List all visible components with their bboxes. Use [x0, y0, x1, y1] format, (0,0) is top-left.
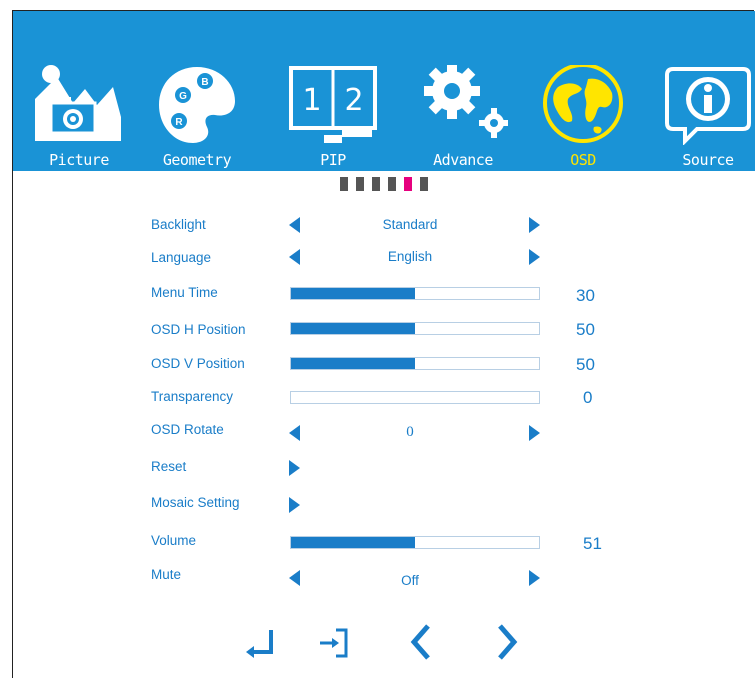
mosaic-setting-arrow-icon[interactable] [289, 497, 300, 513]
tab-source[interactable]: Source [663, 11, 753, 171]
volume-label: Volume [151, 533, 197, 548]
language-left-arrow-icon[interactable] [289, 249, 300, 265]
backlight-label: Backlight [151, 217, 206, 232]
page-dot [372, 177, 380, 191]
slider-fill [291, 537, 415, 548]
osd-rotate-left-arrow-icon[interactable] [289, 425, 300, 441]
volume-slider[interactable] [290, 536, 540, 549]
tab-label: Geometry [162, 151, 232, 169]
right-chevron-icon[interactable] [494, 622, 520, 662]
page-dot [420, 177, 428, 191]
gears-icon [424, 65, 508, 138]
osd-v-position-slider[interactable] [290, 357, 540, 370]
backlight-right-arrow-icon[interactable] [529, 217, 540, 233]
tab-osd[interactable]: OSD [538, 11, 628, 171]
mute-label: Mute [151, 567, 182, 582]
mosaic-setting-label: Mosaic Setting [151, 495, 240, 510]
palette-icon: B G R [159, 67, 235, 143]
left-chevron-icon[interactable] [408, 622, 434, 662]
svg-text:1: 1 [302, 83, 321, 118]
tab-pip[interactable]: 1 2 PIP [288, 11, 378, 171]
svg-text:B: B [201, 77, 208, 88]
osd-h-position-value: 50 [576, 320, 595, 339]
info-icon [665, 67, 751, 145]
osd-h-position-slider[interactable] [290, 322, 540, 335]
osd-rotate-label: OSD Rotate [151, 422, 224, 437]
enter-icon[interactable] [244, 622, 276, 662]
language-value: English [387, 249, 433, 264]
reset-label: Reset [151, 459, 187, 474]
tab-label: Picture [49, 151, 109, 169]
transparency-value: 0 [583, 388, 593, 407]
globe-icon [543, 65, 623, 143]
transparency-label: Transparency [151, 389, 234, 404]
slider-fill [291, 323, 415, 334]
picture-icon [35, 65, 121, 141]
menu-time-label: Menu Time [151, 285, 218, 300]
tab-label: OSD [570, 151, 596, 169]
osd-rotate-right-arrow-icon[interactable] [529, 425, 540, 441]
tab-geometry[interactable]: B G R Geometry [153, 11, 241, 171]
page-dot-active [404, 177, 412, 191]
svg-text:R: R [175, 117, 183, 128]
pip-icon: 1 2 [289, 66, 377, 143]
mute-left-arrow-icon[interactable] [289, 570, 300, 586]
tab-label: Advance [433, 151, 493, 169]
osd-v-position-value: 50 [576, 355, 595, 374]
menu-time-value: 30 [576, 286, 595, 305]
svg-text:G: G [179, 91, 187, 102]
tab-bar: Picture B G R Geometry 1 2 PIP Advance O… [13, 11, 755, 171]
page-dot [340, 177, 348, 191]
exit-icon[interactable] [318, 622, 354, 662]
slider-fill [291, 358, 415, 369]
tab-label: Source [682, 151, 734, 169]
mute-right-arrow-icon[interactable] [529, 570, 540, 586]
page-dot [388, 177, 396, 191]
tab-picture[interactable]: Picture [35, 11, 123, 171]
volume-value: 51 [583, 534, 602, 553]
language-label: Language [151, 250, 212, 265]
mute-value: Off [401, 573, 419, 588]
menu-time-slider[interactable] [290, 287, 540, 300]
svg-text:2: 2 [344, 83, 363, 118]
osd-h-position-label: OSD H Position [151, 322, 246, 337]
tab-advance[interactable]: Advance [418, 11, 508, 171]
language-right-arrow-icon[interactable] [529, 249, 540, 265]
transparency-slider[interactable] [290, 391, 540, 404]
tab-label: PIP [320, 151, 346, 169]
slider-fill [291, 288, 415, 299]
osd-v-position-label: OSD V Position [151, 356, 245, 371]
backlight-value: Standard [382, 217, 438, 232]
reset-arrow-icon[interactable] [289, 460, 300, 476]
page-dot [356, 177, 364, 191]
backlight-left-arrow-icon[interactable] [289, 217, 300, 233]
osd-rotate-value: 0 [406, 424, 414, 440]
